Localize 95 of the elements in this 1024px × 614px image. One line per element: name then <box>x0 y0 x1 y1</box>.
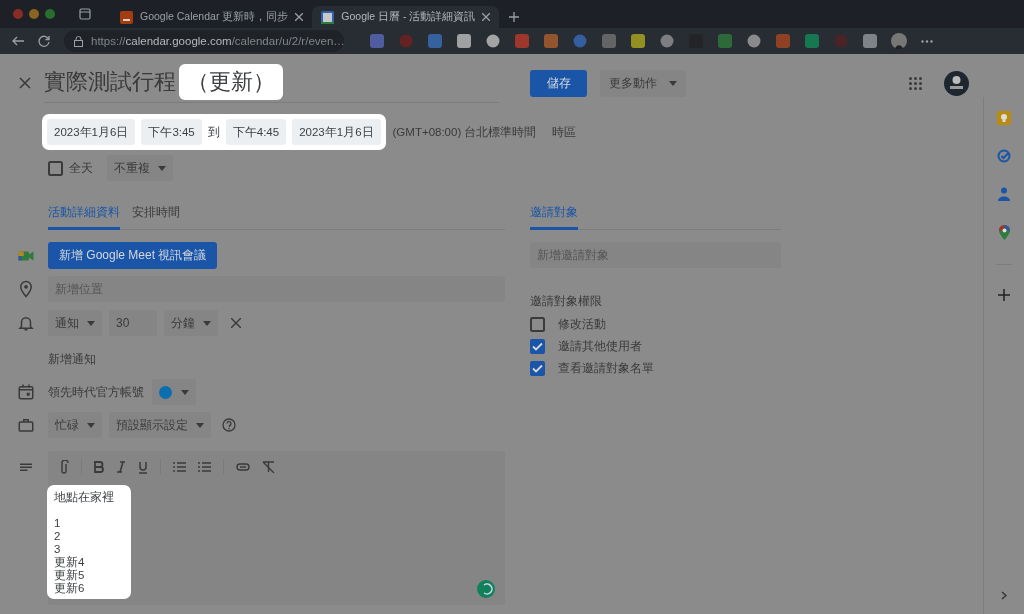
task-check-icon[interactable] <box>997 149 1011 163</box>
calendar-icon <box>321 10 335 24</box>
bell-icon <box>17 314 35 332</box>
help-icon[interactable] <box>222 418 236 432</box>
more-actions-dropdown[interactable]: 更多動作 <box>600 69 686 97</box>
event-title[interactable]: 實際測試行程 <box>44 66 176 97</box>
section-tab[interactable]: 活動詳細資料 <box>48 204 120 230</box>
timezone-text: (GMT+08:00) 台北標準時間 <box>392 124 537 140</box>
save-button[interactable]: 儲存 <box>530 69 587 97</box>
close-icon[interactable] <box>19 77 31 89</box>
site-icon <box>120 10 133 24</box>
reload-icon[interactable] <box>38 35 50 47</box>
extension-icon[interactable] <box>660 34 674 48</box>
chevron-right-icon[interactable] <box>1001 591 1007 600</box>
to-label: 到 <box>207 124 220 140</box>
link-icon[interactable] <box>236 463 250 471</box>
notification-time-field[interactable]: 30 <box>109 310 157 336</box>
bold-icon[interactable] <box>94 461 104 473</box>
minimize-window-icon[interactable] <box>29 9 39 19</box>
person-icon[interactable] <box>998 187 1010 201</box>
caret-icon <box>196 422 204 428</box>
description-line: 1 <box>54 517 62 530</box>
add-meet-button[interactable]: 新增 Google Meet 視訊會議 <box>48 242 218 269</box>
guests-tab[interactable]: 邀請對象 <box>530 204 578 230</box>
numbered-list-icon[interactable] <box>173 461 186 473</box>
new-tab-icon[interactable] <box>509 12 520 22</box>
checkbox[interactable] <box>530 316 545 332</box>
all-day-label: 全天 <box>69 159 93 177</box>
end-date-field[interactable]: 2023年1月6日 <box>292 119 381 145</box>
briefcase-icon <box>17 416 35 434</box>
permission-label: 邀請其他使用者 <box>558 337 642 355</box>
visibility-dropdown[interactable]: 預設顯示設定 <box>109 412 211 438</box>
caret-icon <box>181 389 189 395</box>
checkbox[interactable] <box>48 160 63 176</box>
calendar-icon <box>17 383 35 401</box>
sidebar-icon[interactable] <box>79 8 91 20</box>
add-icon[interactable] <box>998 289 1010 301</box>
underline-icon[interactable] <box>138 460 148 474</box>
checkbox[interactable] <box>530 338 545 354</box>
permissions-heading: 邀請對象權限 <box>530 293 603 310</box>
browser-tab[interactable]: Google 日曆 - 活動詳細資訊 <box>312 6 500 28</box>
availability-dropdown[interactable]: 忙碌 <box>48 412 102 438</box>
end-time-field[interactable]: 下午4:45 <box>225 119 287 145</box>
tab-title: Google 日曆 - 活動詳細資訊 <box>341 10 476 24</box>
bullet-list-icon[interactable] <box>198 461 211 473</box>
description-line: 3 <box>54 543 62 556</box>
caret-icon <box>203 320 211 326</box>
description-line: 地點在家裡 <box>54 491 115 504</box>
loading-icon <box>477 580 495 598</box>
lightbulb-icon[interactable] <box>997 111 1011 125</box>
more-icon[interactable] <box>921 39 933 43</box>
location-pin-icon <box>17 280 35 298</box>
clear-formatting-icon[interactable] <box>262 461 275 473</box>
apps-grid-icon[interactable] <box>909 76 922 90</box>
remove-icon[interactable] <box>231 318 241 328</box>
avatar-icon[interactable] <box>891 33 907 49</box>
browser-tab[interactable]: Google Calendar 更新時，同步 <box>111 6 313 28</box>
checkbox[interactable] <box>530 360 545 376</box>
close-window-icon[interactable] <box>13 9 23 19</box>
description-line: 更新6 <box>54 582 86 595</box>
title-highlight: （更新） <box>179 63 283 100</box>
start-time-field[interactable]: 下午3:45 <box>141 119 202 145</box>
tab-title: Google Calendar 更新時，同步 <box>140 10 289 24</box>
close-icon[interactable] <box>295 13 304 21</box>
description-editor[interactable]: 地點在家裡 1 2 3 更新4 更新5 更新6 <box>48 451 505 605</box>
account-avatar[interactable] <box>944 70 969 96</box>
description-line: 更新5 <box>54 569 86 582</box>
close-icon[interactable] <box>482 13 491 21</box>
permission-label: 查看邀請對象名單 <box>558 359 654 377</box>
notification-type-dropdown[interactable]: 通知 <box>48 310 102 336</box>
caret-icon <box>669 80 677 86</box>
permission-label: 修改活動 <box>558 315 606 333</box>
color-dropdown[interactable] <box>152 379 196 405</box>
address-bar[interactable]: https://calendar.google.com/calendar/u/2/r/even… <box>64 30 344 52</box>
add-notification-link[interactable]: 新增通知 <box>48 350 96 368</box>
caret-icon <box>87 320 95 326</box>
timezone-link[interactable]: 時區 <box>552 124 577 140</box>
description-line: 更新4 <box>54 556 86 569</box>
back-icon[interactable] <box>12 36 24 46</box>
description-line: 2 <box>54 530 62 543</box>
extension-icon[interactable] <box>486 34 500 48</box>
map-pin-icon[interactable] <box>998 225 1010 240</box>
start-date-field[interactable]: 2023年1月6日 <box>47 119 136 145</box>
caret-icon <box>87 422 95 428</box>
time-unit-dropdown[interactable]: 分鐘 <box>164 310 218 336</box>
url-text: https://calendar.google.com/calendar/u/2/r/even… <box>91 35 345 47</box>
repeat-dropdown[interactable]: 不重複 <box>107 155 173 181</box>
attachment-icon[interactable] <box>59 459 69 475</box>
extension-icon[interactable] <box>747 34 761 48</box>
maximize-window-icon[interactable] <box>45 9 55 19</box>
italic-icon[interactable] <box>116 461 126 473</box>
lock-icon <box>74 35 83 47</box>
section-tab[interactable]: 安排時間 <box>132 204 180 230</box>
caret-icon <box>158 165 166 171</box>
calendar-name: 領先時代官方帳號 <box>48 383 144 401</box>
